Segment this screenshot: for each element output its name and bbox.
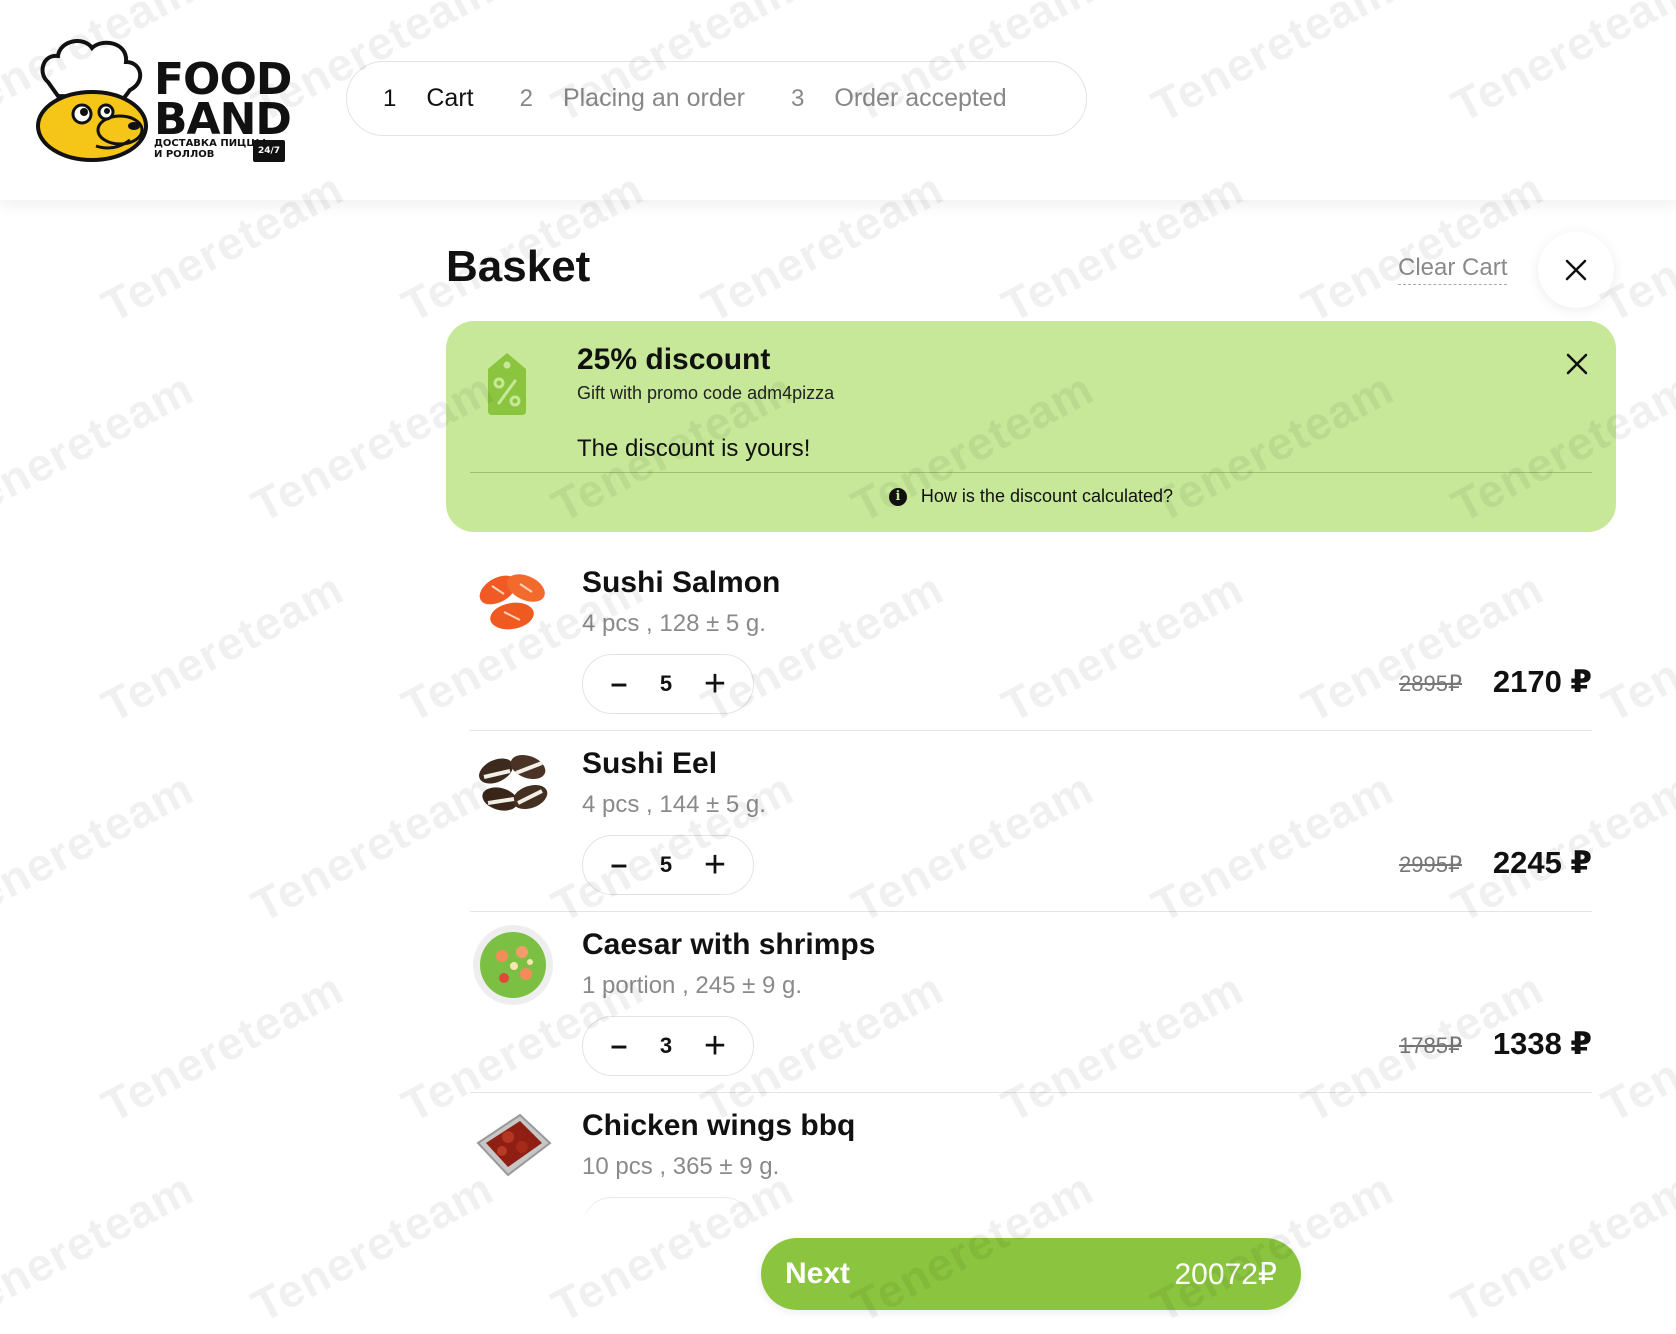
- chicken-wings-image: [476, 1113, 552, 1177]
- watermark-text: Tenereteam: [243, 1161, 502, 1333]
- old-price: 2895₽: [1399, 671, 1462, 696]
- brand-subtitle-2: И РОЛЛОВ: [154, 149, 215, 160]
- item-name: Caesar with shrimps: [582, 928, 876, 961]
- logo[interactable]: FOOD BAND ДОСТАВКА ПИЦЦЫ И РОЛЛОВ 24/7: [34, 34, 292, 164]
- cart-items-list: Sushi Salmon 4 pcs , 128 ± 5 g. – 5 + 28…: [470, 550, 1592, 1214]
- quantity-stepper: – 5 +: [582, 835, 754, 895]
- step-2-label[interactable]: Placing an order: [563, 84, 745, 113]
- watermark-text: Tenereteam: [93, 961, 352, 1133]
- step-3-label[interactable]: Order accepted: [834, 84, 1006, 113]
- next-label: Next: [785, 1257, 851, 1290]
- step-1-number: 1: [383, 84, 397, 112]
- old-price: 1785₽: [1399, 1033, 1462, 1058]
- step-2-number: 2: [519, 84, 533, 112]
- watermark-text: Tenereteam: [93, 561, 352, 733]
- close-promo-icon[interactable]: [1562, 349, 1592, 379]
- quantity-value: 5: [659, 671, 673, 696]
- sushi-eel-image: [479, 754, 548, 811]
- discount-info-label: How is the discount calculated?: [920, 486, 1174, 506]
- cart-item: Sushi Eel 4 pcs , 144 ± 5 g. – 5 + 2995₽…: [470, 731, 1592, 912]
- watermark-text: Tenereteam: [243, 761, 502, 933]
- item-name: Chicken wings bbq: [582, 1109, 856, 1142]
- caesar-salad-image: [473, 925, 553, 1005]
- increase-button[interactable]: +: [703, 665, 727, 703]
- promo-banner: 25% discount Gift with promo code adm4pi…: [446, 321, 1616, 532]
- brand-subtitle-1: ДОСТАВКА ПИЦЦЫ: [154, 138, 266, 149]
- quantity-value: 5: [659, 852, 673, 877]
- watermark-text: Tenereteam: [0, 1161, 202, 1333]
- quantity-stepper: – 5 +: [582, 654, 754, 714]
- step-3-number: 3: [791, 84, 805, 112]
- promo-status: The discount is yours!: [577, 435, 811, 462]
- cart-item: Sushi Salmon 4 pcs , 128 ± 5 g. – 5 + 28…: [470, 550, 1592, 731]
- decrease-button[interactable]: –: [609, 1029, 629, 1063]
- close-icon: [1565, 259, 1587, 281]
- watermark-text: Tenereteam: [1593, 961, 1676, 1133]
- page-title: Basket: [446, 242, 591, 291]
- increase-button[interactable]: +: [703, 846, 727, 884]
- watermark-text: Tenereteam: [1593, 561, 1676, 733]
- chef-mascot-icon: [36, 39, 148, 162]
- item-meta: 10 pcs , 365 ± 9 g.: [582, 1153, 780, 1180]
- close-basket-button[interactable]: [1538, 232, 1614, 308]
- checkout-steps: 1 Cart 2 Placing an order 3 Order accept…: [346, 61, 1087, 136]
- item-price: 1338 ₽: [1492, 1026, 1592, 1061]
- discount-info-link[interactable]: i How is the discount calculated?: [446, 486, 1616, 507]
- watermark-text: Tenereteam: [0, 761, 202, 933]
- decrease-button[interactable]: –: [609, 667, 629, 701]
- decrease-button[interactable]: –: [609, 848, 629, 882]
- list-fade: [446, 1188, 1616, 1228]
- order-total: 20072₽: [1174, 1257, 1277, 1291]
- cart-item: Caesar with shrimps 1 portion , 245 ± 9 …: [470, 912, 1592, 1093]
- promo-title: 25% discount: [577, 343, 771, 376]
- item-meta: 4 pcs , 128 ± 5 g.: [582, 610, 766, 637]
- clear-cart-button[interactable]: Clear Cart: [1398, 254, 1508, 285]
- old-price: 2995₽: [1399, 852, 1462, 877]
- promo-subtitle: Gift with promo code adm4pizza: [577, 383, 835, 403]
- item-meta: 1 portion , 245 ± 9 g.: [582, 972, 802, 999]
- item-name: Sushi Salmon: [582, 566, 781, 599]
- item-price: 2245 ₽: [1492, 845, 1592, 880]
- increase-button[interactable]: +: [703, 1027, 727, 1065]
- header: FOOD BAND ДОСТАВКА ПИЦЦЫ И РОЛЛОВ 24/7 1…: [0, 0, 1676, 200]
- brand-subtitle: ДОСТАВКА ПИЦЦЫ И РОЛЛОВ: [154, 138, 266, 160]
- next-button[interactable]: Next 20072₽: [761, 1238, 1301, 1310]
- item-price: 2170 ₽: [1492, 664, 1592, 699]
- watermark-text: Tenereteam: [0, 361, 202, 533]
- brand-badge: 24/7: [253, 140, 285, 162]
- info-icon: i: [888, 487, 907, 506]
- quantity-stepper: – 3 +: [582, 1016, 754, 1076]
- promo-divider: [470, 472, 1592, 473]
- item-name: Sushi Eel: [582, 747, 718, 780]
- step-1-label[interactable]: Cart: [426, 84, 473, 113]
- sushi-salmon-image: [479, 574, 545, 630]
- quantity-value: 3: [659, 1033, 673, 1058]
- item-meta: 4 pcs , 144 ± 5 g.: [582, 791, 766, 818]
- discount-tag-icon: [488, 353, 526, 415]
